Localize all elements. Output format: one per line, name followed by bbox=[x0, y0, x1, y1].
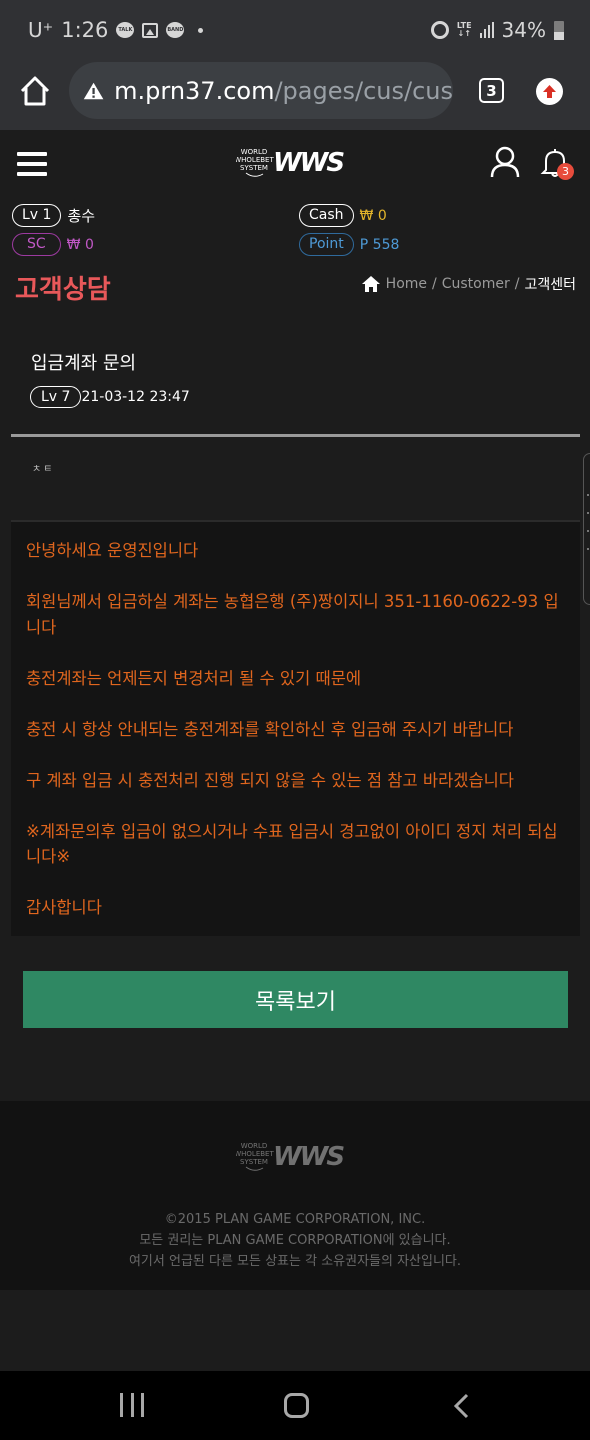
logo-line-2: WHOLEBET bbox=[236, 156, 274, 164]
nickname: 총수 bbox=[67, 207, 96, 225]
back-button[interactable] bbox=[452, 1393, 472, 1419]
kakaotalk-icon: TALK bbox=[116, 22, 135, 38]
footer: WORLD WHOLEBET SYSTEM WWS ©2015 PLAN GAM… bbox=[0, 1101, 590, 1290]
clock: 1:26 bbox=[61, 18, 109, 42]
cash-value: ₩ 0 bbox=[359, 207, 387, 224]
not-secure-warning-icon[interactable] bbox=[83, 78, 104, 104]
status-bar: U⁺ 1:26 TALK BAND LTE ↓↑ 34% bbox=[0, 0, 590, 62]
browser-toolbar: m.prn37.com/pages/cus/cus 3 bbox=[0, 62, 590, 130]
address-bar[interactable]: m.prn37.com/pages/cus/cus bbox=[69, 62, 453, 119]
point-value: P 558 bbox=[359, 236, 400, 253]
footer-logo-wws: WWS bbox=[273, 1142, 344, 1172]
lte-icon: LTE ↓↑ bbox=[456, 21, 472, 38]
alarm-icon bbox=[430, 21, 449, 39]
breadcrumb-separator: / bbox=[432, 276, 437, 292]
menu-icon[interactable] bbox=[17, 152, 47, 176]
recent-apps-button[interactable] bbox=[120, 1393, 144, 1417]
logo-line-1: WORLD bbox=[241, 148, 268, 156]
notifications-button[interactable]: 3 bbox=[540, 146, 574, 180]
point-badge: Point bbox=[299, 233, 354, 256]
gallery-icon bbox=[142, 22, 159, 38]
answer-line: 안녕하세요 운영진입니다 bbox=[26, 541, 199, 560]
signal-icon bbox=[479, 22, 494, 38]
site-page: WORLD WHOLEBET SYSTEM WWS 3 Lv 1 총수 Cash… bbox=[0, 130, 590, 1370]
answer-line: 충전 시 항상 안내되는 충전계좌를 확인하신 후 입금해 주시기 바랍니다 bbox=[26, 719, 514, 739]
author-level-badge: Lv 7 bbox=[30, 386, 82, 408]
answer-line: 충전계좌는 언제든지 변경처리 될 수 있기 때문에 bbox=[26, 668, 362, 688]
home-button[interactable] bbox=[284, 1393, 309, 1418]
sc-value: ₩ 0 bbox=[66, 236, 94, 253]
notification-badge: 3 bbox=[557, 163, 574, 180]
site-logo[interactable]: WORLD WHOLEBET SYSTEM WWS bbox=[236, 145, 356, 181]
user-icon[interactable] bbox=[490, 146, 520, 178]
tab-switcher-button[interactable]: 3 bbox=[479, 78, 504, 103]
carrier-label: U⁺ bbox=[28, 18, 54, 42]
cash-badge: Cash bbox=[299, 204, 354, 227]
level-badge: Lv 1 bbox=[12, 204, 62, 227]
logo-line-3: SYSTEM bbox=[240, 164, 268, 172]
copyright-line: 여기서 언급된 다른 모든 상표는 각 소유권자들의 자산입니다. bbox=[128, 1254, 462, 1269]
answer-line: 감사합니다 bbox=[26, 898, 102, 917]
footer-logo-line-3: SYSTEM bbox=[240, 1158, 268, 1166]
system-nav-bar bbox=[0, 1371, 590, 1440]
arrow-up-icon bbox=[543, 85, 556, 98]
answer-box: 안녕하세요 운영진입니다 회원님께서 입금하실 계좌는 농협은행 (주)짱이지니… bbox=[11, 520, 580, 936]
browser-home-icon[interactable] bbox=[18, 74, 52, 108]
edge-panel-handle[interactable] bbox=[583, 453, 590, 605]
answer-line: 구 계좌 입금 시 충전처리 진행 되지 않을 수 있는 점 참고 바라겠습니다 bbox=[26, 770, 514, 790]
answer-line: 회원님께서 입금하실 계좌는 농협은행 (주)짱이지니 351-1160-062… bbox=[26, 592, 559, 637]
home-icon[interactable] bbox=[361, 275, 381, 293]
band-icon: BAND bbox=[166, 22, 185, 38]
network-label: LTE bbox=[456, 21, 472, 30]
footer-logo-line-1: WORLD bbox=[241, 1142, 268, 1150]
breadcrumb-customer[interactable]: Customer bbox=[442, 276, 510, 292]
url-path: /pages/cus/cus bbox=[274, 76, 453, 105]
answer-line: ※계좌문의후 입금이 없으시거나 수표 입금시 경고없이 아이디 정지 처리 되… bbox=[26, 821, 558, 867]
battery-icon bbox=[554, 20, 564, 40]
sc-badge: SC bbox=[12, 233, 61, 256]
logo-wws: WWS bbox=[273, 148, 344, 178]
footer-logo: WORLD WHOLEBET SYSTEM WWS bbox=[236, 1142, 346, 1172]
post-meta: Lv 7 21-03-12 23:47 bbox=[30, 386, 190, 408]
breadcrumb-home[interactable]: Home bbox=[386, 276, 427, 292]
more-notifications-icon bbox=[198, 27, 204, 33]
copyright-line: ©2015 PLAN GAME CORPORATION, INC. bbox=[164, 1212, 426, 1227]
page-title: 고객상담 bbox=[15, 275, 111, 305]
post-datetime: 21-03-12 23:47 bbox=[81, 389, 190, 405]
breadcrumb-separator: / bbox=[514, 276, 520, 292]
copyright: ©2015 PLAN GAME CORPORATION, INC. 모든 권리는… bbox=[0, 1209, 590, 1272]
footer-logo-line-2: WHOLEBET bbox=[236, 1150, 274, 1158]
breadcrumb-current: 고객센터 bbox=[524, 277, 576, 293]
battery-percent: 34% bbox=[501, 18, 546, 42]
url-host: m.prn37.com bbox=[114, 76, 275, 105]
copyright-line: 모든 권리는 PLAN GAME CORPORATION에 있습니다. bbox=[139, 1233, 451, 1248]
divider bbox=[11, 434, 580, 437]
list-button[interactable]: 목록보기 bbox=[23, 971, 568, 1028]
post-title: 입금계좌 문의 bbox=[31, 353, 137, 374]
update-button[interactable] bbox=[536, 78, 563, 105]
breadcrumb: Home / Customer / 고객센터 bbox=[361, 274, 576, 294]
question-body: ㅊㅌ bbox=[32, 464, 55, 475]
